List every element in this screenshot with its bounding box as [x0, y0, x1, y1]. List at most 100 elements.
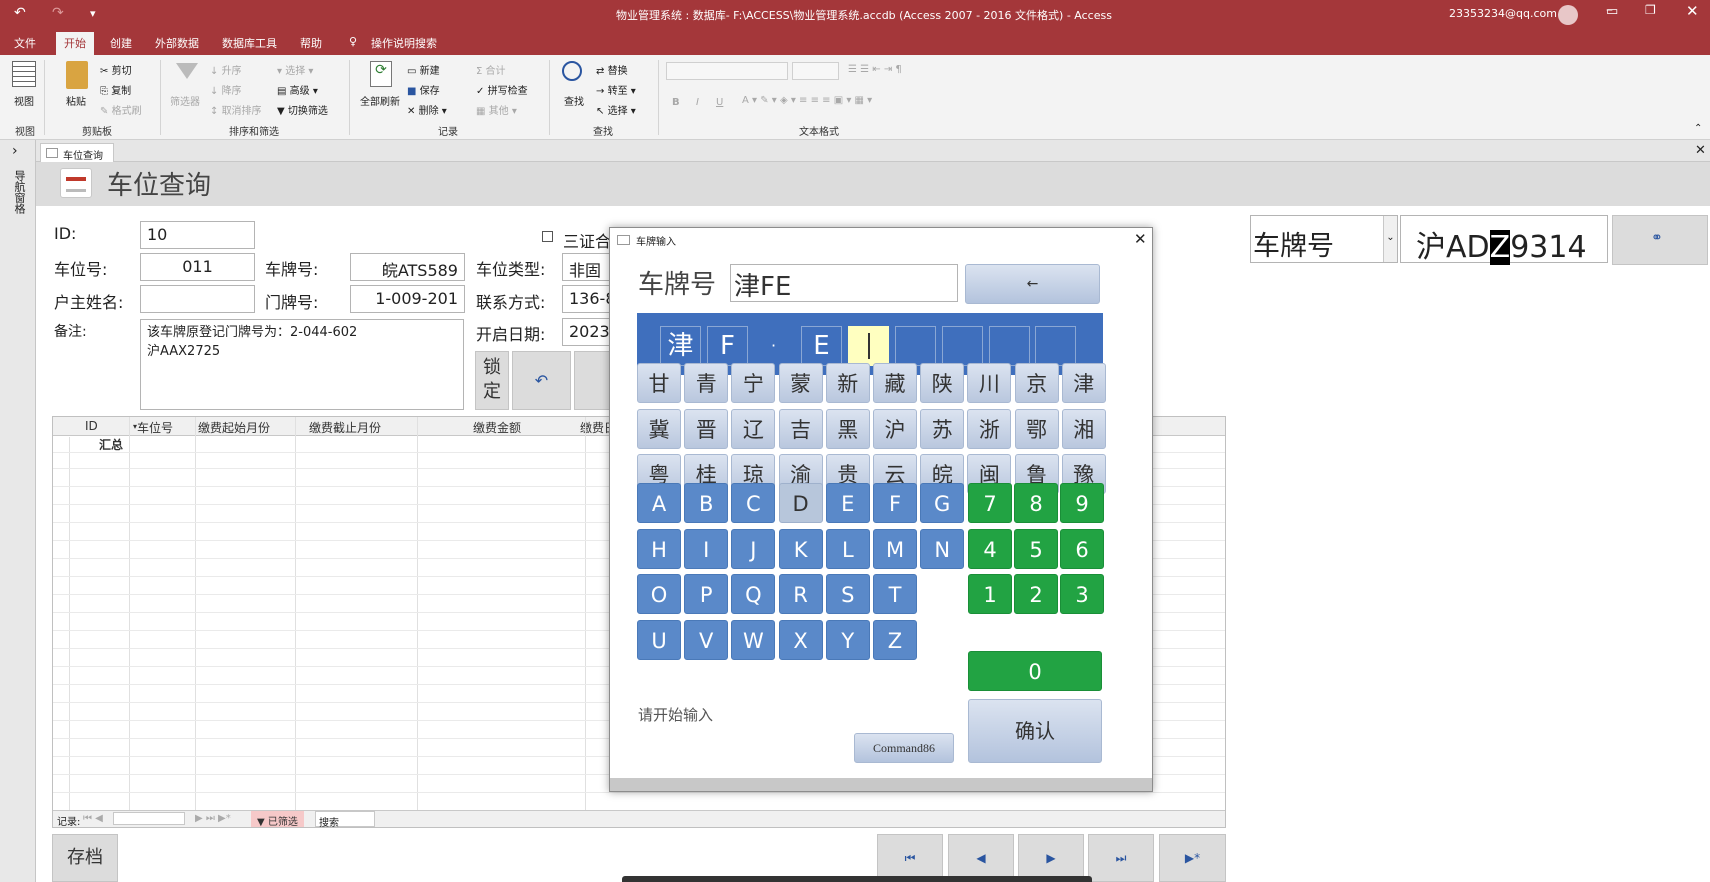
key-0[interactable]: 0: [968, 651, 1102, 691]
letter-key-r[interactable]: R: [778, 574, 823, 614]
letter-key-a[interactable]: A: [637, 483, 681, 523]
delete-record-button[interactable]: ✕ 删除 ▾: [407, 102, 447, 117]
space-no-field[interactable]: 011: [140, 253, 255, 281]
tell-me-search[interactable]: 操作说明搜索: [371, 35, 437, 51]
tab-home[interactable]: 开始: [56, 32, 94, 55]
province-key[interactable]: 宁: [731, 363, 776, 403]
find-button[interactable]: 查找: [564, 93, 584, 108]
user-account[interactable]: 23353234@qq.com: [1449, 7, 1557, 20]
tab-external-data[interactable]: 外部数据: [155, 35, 199, 51]
letter-key-g[interactable]: G: [920, 483, 965, 523]
key-5[interactable]: 5: [1014, 528, 1058, 569]
paste-button[interactable]: 粘贴: [66, 93, 86, 108]
three-certs-checkbox[interactable]: [542, 231, 553, 242]
province-key[interactable]: 吉: [778, 408, 823, 449]
province-key[interactable]: 苏: [920, 408, 965, 449]
goto-button[interactable]: → 转至 ▾: [596, 82, 636, 97]
refresh-all-button[interactable]: 全部刷新: [360, 93, 400, 108]
province-key[interactable]: 青: [684, 363, 729, 403]
province-key[interactable]: 京: [1014, 363, 1059, 403]
letter-key-n[interactable]: N: [920, 528, 965, 569]
letter-key-y[interactable]: Y: [825, 619, 870, 660]
dialog-plate-field[interactable]: 津FE: [730, 264, 958, 302]
undo-record-button[interactable]: ↶: [512, 351, 571, 410]
filtered-indicator[interactable]: ▼ 已筛选: [251, 811, 304, 828]
letter-key-k[interactable]: K: [778, 528, 823, 569]
backspace-button[interactable]: ←: [965, 264, 1100, 304]
letter-key-s[interactable]: S: [825, 574, 870, 614]
province-key[interactable]: 川: [967, 363, 1012, 403]
letter-key-j[interactable]: J: [731, 528, 776, 569]
previous-record-button[interactable]: ◀: [948, 834, 1014, 882]
province-key[interactable]: 蒙: [778, 363, 823, 403]
door-field[interactable]: 1-009-201: [350, 285, 465, 313]
key-7[interactable]: 7: [968, 483, 1012, 523]
letter-key-v[interactable]: V: [684, 619, 729, 660]
letter-key-l[interactable]: L: [825, 528, 870, 569]
view-icon[interactable]: [12, 61, 36, 87]
letter-key-f[interactable]: F: [873, 483, 917, 523]
province-key[interactable]: 湘: [1061, 408, 1106, 449]
key-6[interactable]: 6: [1060, 528, 1104, 569]
paste-icon[interactable]: [66, 61, 88, 89]
province-key[interactable]: 黑: [825, 408, 870, 449]
col-start-month[interactable]: 缴费起始月份: [198, 419, 270, 436]
record-number-field[interactable]: [113, 812, 185, 825]
space-type-field[interactable]: 非固: [562, 253, 612, 281]
province-key[interactable]: 鄂: [1014, 408, 1059, 449]
letter-key-c[interactable]: C: [731, 483, 776, 523]
tab-file[interactable]: 文件: [14, 35, 36, 51]
close-document-icon[interactable]: ✕: [1695, 143, 1706, 158]
letter-key-h[interactable]: H: [637, 528, 681, 569]
contact-field[interactable]: 136-8: [562, 285, 612, 313]
col-amount[interactable]: 缴费金额: [473, 419, 521, 436]
search-field-combo[interactable]: 车牌号 ⌄: [1250, 215, 1398, 263]
chevron-down-icon[interactable]: ⌄: [1383, 216, 1397, 262]
letter-key-z[interactable]: Z: [873, 619, 917, 660]
letter-key-i[interactable]: I: [684, 528, 729, 569]
province-key[interactable]: 晋: [684, 408, 729, 449]
letter-key-o[interactable]: O: [637, 574, 681, 614]
first-record-button[interactable]: ⏮: [877, 834, 943, 882]
new-record-button[interactable]: ▭ 新建: [407, 62, 440, 77]
col-end-month[interactable]: 缴费截止月份: [309, 419, 381, 436]
province-key[interactable]: 陕: [920, 363, 965, 403]
archive-button[interactable]: 存档: [52, 834, 118, 882]
last-record-button[interactable]: ⏭: [1088, 834, 1154, 882]
letter-key-u[interactable]: U: [637, 619, 681, 660]
plate-field[interactable]: 皖ATS589: [350, 253, 465, 281]
view-button[interactable]: 视图: [14, 93, 34, 108]
owner-field[interactable]: [140, 285, 255, 313]
province-key[interactable]: 辽: [731, 408, 776, 449]
command86-button[interactable]: Command86: [854, 733, 954, 763]
letter-key-m[interactable]: M: [873, 528, 917, 569]
tab-help[interactable]: 帮助: [300, 35, 322, 51]
province-key[interactable]: 浙: [967, 408, 1012, 449]
cut-button[interactable]: ✂ 剪切: [100, 62, 132, 77]
letter-key-q[interactable]: Q: [731, 574, 776, 614]
key-3[interactable]: 3: [1060, 574, 1104, 614]
copy-button[interactable]: ⎘ 复制: [100, 82, 131, 97]
close-icon[interactable]: ✕: [1686, 2, 1699, 20]
confirm-button[interactable]: 确认: [968, 699, 1102, 763]
letter-key-b[interactable]: B: [684, 483, 729, 523]
datasheet-search[interactable]: 搜索: [315, 811, 375, 829]
province-key[interactable]: 沪: [873, 408, 917, 449]
next-record-button[interactable]: ▶: [1018, 834, 1084, 882]
province-key[interactable]: 藏: [873, 363, 917, 403]
avatar[interactable]: [1558, 5, 1578, 25]
province-key[interactable]: 冀: [637, 408, 681, 449]
new-record-nav-button[interactable]: ▶*: [1159, 834, 1226, 882]
tab-car-space-query[interactable]: 车位查询: [40, 143, 114, 162]
key-1[interactable]: 1: [968, 574, 1012, 614]
qat-customize-icon[interactable]: ▾: [90, 7, 96, 20]
toggle-filter-button[interactable]: ▼ 切换筛选: [277, 102, 328, 117]
open-date-field[interactable]: 2023/: [562, 318, 612, 346]
letter-key-x[interactable]: X: [778, 619, 823, 660]
letter-key-e[interactable]: E: [825, 483, 870, 523]
letter-key-d[interactable]: D: [778, 483, 823, 523]
key-9[interactable]: 9: [1060, 483, 1104, 523]
col-id[interactable]: ID: [85, 419, 98, 433]
letter-key-p[interactable]: P: [684, 574, 729, 614]
plate-search-input[interactable]: 沪ADZ9314: [1400, 215, 1608, 265]
